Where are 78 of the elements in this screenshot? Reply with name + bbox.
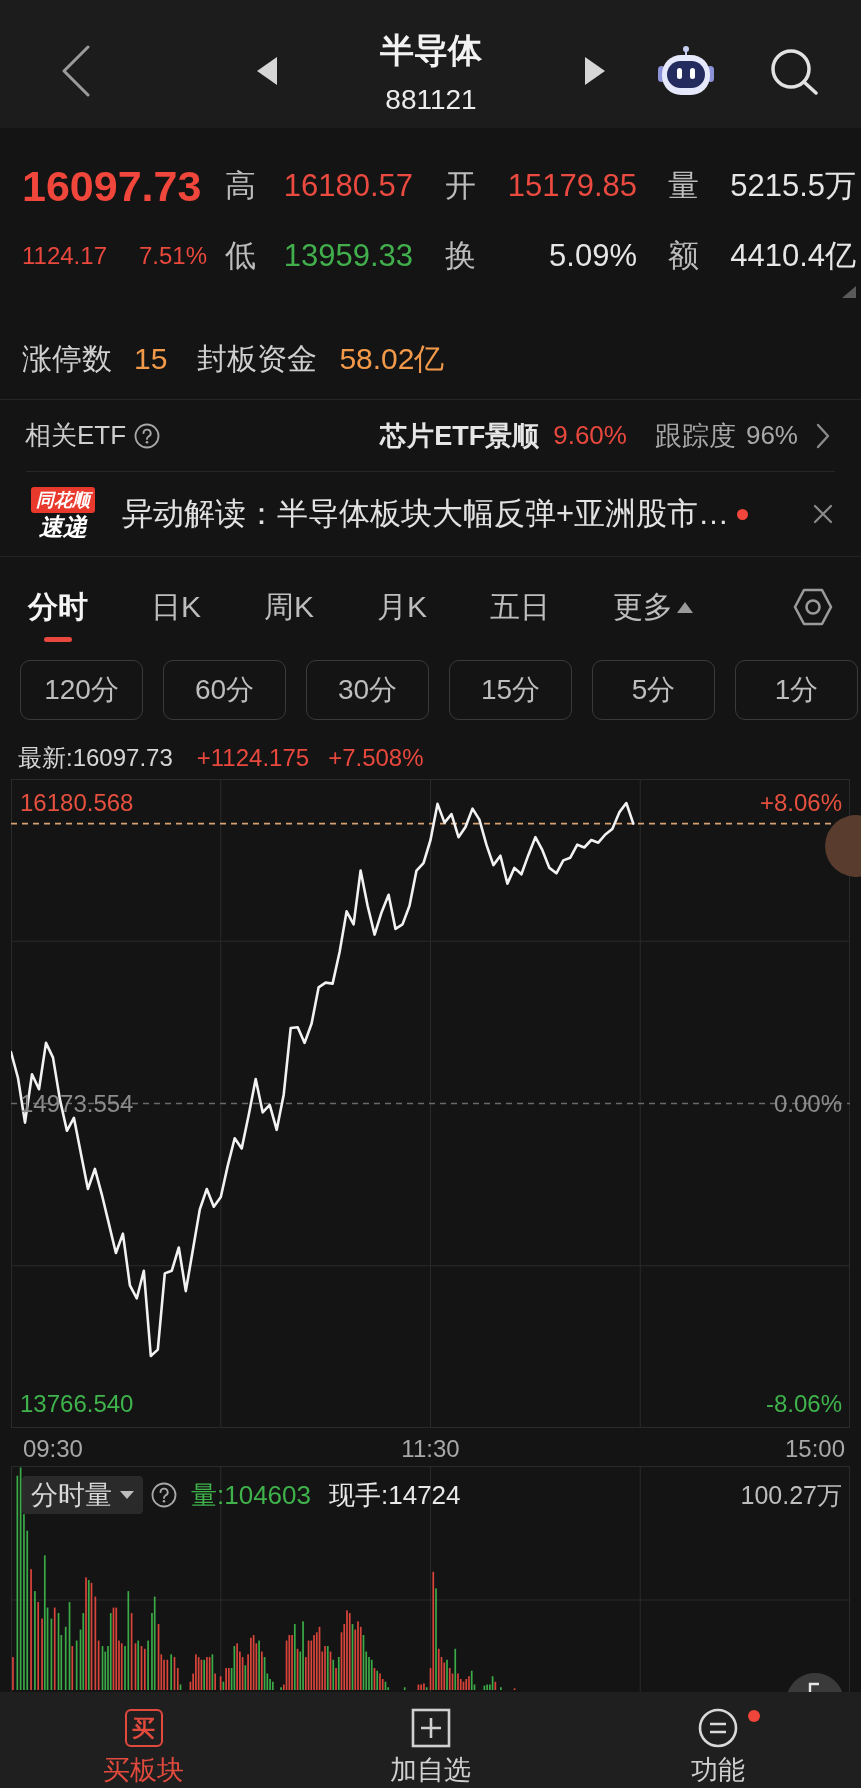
field-value: 15179.85 xyxy=(507,168,637,204)
stat-value: 58.02亿 xyxy=(339,340,445,377)
right-triangle-icon[interactable] xyxy=(585,57,605,85)
add-square-icon xyxy=(410,1708,451,1748)
field-value: 4410.4亿 xyxy=(730,237,856,275)
stat-value: 15 xyxy=(134,342,168,376)
stat-label: 封板资金 xyxy=(197,340,318,377)
help-icon[interactable] xyxy=(134,422,161,449)
nav-button[interactable]: 功能 xyxy=(574,1692,861,1788)
stat-label: 涨停数 xyxy=(22,340,112,377)
percent-axis-label: -8.06% xyxy=(765,1390,842,1417)
chart-tab[interactable]: 五日 xyxy=(490,590,551,642)
interval-button[interactable]: 120分 xyxy=(20,660,143,720)
price-axis-label: 13766.540 xyxy=(20,1390,134,1417)
etf-name: 芯片ETF景顺 xyxy=(380,419,540,453)
chart-tab[interactable]: 月K xyxy=(377,590,428,642)
volume-selector[interactable]: 分时量 xyxy=(22,1476,143,1514)
nav-button[interactable]: 加自选 xyxy=(287,1692,574,1788)
help-icon[interactable] xyxy=(151,1482,177,1508)
brand-text: 速递 xyxy=(38,513,87,541)
field-label: 量 xyxy=(668,167,699,205)
chart-tab[interactable]: 日K xyxy=(151,590,201,642)
caret-up-icon xyxy=(677,601,694,613)
price-axis-label: 16180.568 xyxy=(20,789,134,816)
field-label: 高 xyxy=(225,167,256,205)
etf-section-label: 相关ETF xyxy=(25,419,127,452)
time-axis-label: 11:30 xyxy=(401,1435,460,1462)
field-label: 换 xyxy=(445,237,476,275)
volume-max-label: 100.27万 xyxy=(740,1479,842,1511)
chart-percent: +7.508% xyxy=(328,743,424,772)
caret-down-icon xyxy=(120,1491,134,1499)
field-label: 开 xyxy=(445,167,476,205)
back-icon[interactable] xyxy=(60,45,92,97)
corner-triangle-icon[interactable] xyxy=(842,286,856,298)
current-hand-reading: 现手:14724 xyxy=(329,1478,461,1512)
tracking-value: 96% xyxy=(745,420,798,451)
field-label: 低 xyxy=(225,237,256,275)
volume-reading: 量:104603 xyxy=(191,1478,311,1512)
settings-icon[interactable] xyxy=(793,587,833,627)
page-title: 半导体 xyxy=(380,30,482,70)
tab-underline xyxy=(44,637,72,642)
field-label: 额 xyxy=(668,237,699,275)
news-headline[interactable]: 异动解读：半导体板块大幅反弹+亚洲股市… xyxy=(122,493,730,535)
field-value: 13959.33 xyxy=(283,238,413,274)
brand-tag: 同花顺 xyxy=(30,487,95,513)
chevron-right-icon[interactable] xyxy=(816,422,830,449)
nav-button[interactable]: 买 买板块 xyxy=(0,1692,287,1788)
percent-axis-label: +8.06% xyxy=(759,789,842,816)
price-change: 1124.17 xyxy=(22,242,107,270)
field-value: 5.09% xyxy=(549,238,637,274)
chart-tab[interactable]: 周K xyxy=(264,590,315,642)
time-axis-label: 09:30 xyxy=(22,1435,83,1462)
field-value: 5215.5万 xyxy=(730,167,856,205)
interval-button[interactable]: 30分 xyxy=(306,660,429,720)
field-value: 16180.57 xyxy=(283,168,413,204)
percent-change: 7.51% xyxy=(138,242,207,270)
search-icon[interactable] xyxy=(769,47,819,95)
chart-change: +1124.175 xyxy=(196,743,310,772)
buy-icon: 买 xyxy=(124,1709,163,1747)
floating-button-icon[interactable] xyxy=(786,1673,844,1692)
last-price: 16097.73 xyxy=(22,161,202,211)
etf-change: 9.60% xyxy=(553,420,627,451)
interval-button[interactable]: 5分 xyxy=(592,660,715,720)
interval-button[interactable]: 1分 xyxy=(735,660,858,720)
volume-bar xyxy=(403,1687,406,1690)
stock-code: 881121 xyxy=(385,83,477,117)
left-triangle-icon[interactable] xyxy=(257,57,277,85)
interval-button[interactable]: 15分 xyxy=(449,660,572,720)
close-icon[interactable] xyxy=(813,504,833,524)
latest-price: 最新:16097.73 xyxy=(18,742,173,773)
interval-button[interactable]: 60分 xyxy=(163,660,286,720)
chart-tab[interactable]: 更多 xyxy=(613,590,694,642)
percent-axis-label: 0.00% xyxy=(773,1089,842,1117)
menu-circle-icon xyxy=(697,1708,738,1748)
chart-tab[interactable]: 分时 xyxy=(28,590,88,642)
tracking-label: 跟踪度 xyxy=(654,419,736,453)
robot-icon[interactable] xyxy=(657,45,715,97)
time-axis-label: 15:00 xyxy=(785,1435,846,1462)
